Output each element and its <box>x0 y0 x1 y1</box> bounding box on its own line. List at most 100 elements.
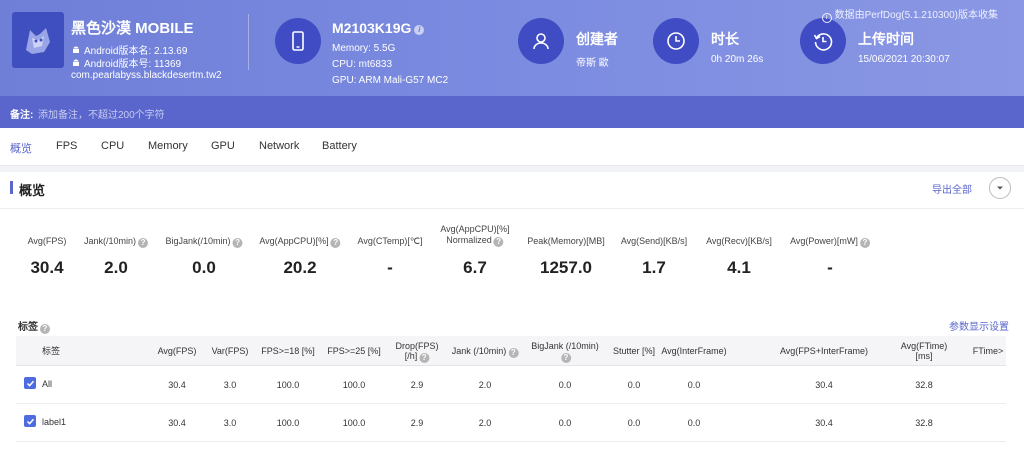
table-cell: 30.4 <box>815 418 833 428</box>
tab-fps[interactable]: FPS <box>56 140 77 152</box>
duration-title: 时长 <box>711 31 739 47</box>
overview-title: 概览 <box>19 183 46 198</box>
table-cell: 100.0 <box>342 418 366 428</box>
metric-value: 0.0 <box>192 258 216 277</box>
package-name: com.pearlabyss.blackdesertm.tw2 <box>71 70 222 81</box>
note-bar: 备注: 添加备注，不超过200个字符 <box>0 96 1024 128</box>
param-settings-link[interactable]: 参数显示设置 <box>949 318 1009 333</box>
tags-title: 标签? <box>18 318 50 334</box>
tab-network[interactable]: Network <box>259 140 299 152</box>
export-all-button[interactable]: 导出全部 <box>932 181 972 196</box>
note-input[interactable]: 添加备注，不超过200个字符 <box>38 106 165 121</box>
metric-label: Avg(Power)[mW]? <box>790 236 870 248</box>
metric-label: Avg(Send)[KB/s] <box>620 236 688 246</box>
info-icon[interactable]: i <box>414 25 425 35</box>
metric-label: Peak(Memory)[MB] <box>527 236 605 246</box>
column-header[interactable]: Avg(InterFrame) <box>661 346 726 356</box>
table-cell: 32.8 <box>915 418 933 428</box>
help-icon[interactable]: ? <box>561 353 571 363</box>
table-cell: 0.0 <box>687 418 701 428</box>
upload-time: 15/06/2021 20:30:07 <box>858 54 950 65</box>
table-cell: 100.0 <box>342 380 366 390</box>
help-icon[interactable]: ? <box>419 353 430 363</box>
creator-circle <box>518 18 564 64</box>
table-header: 标签 Avg(FPS) Var(FPS) FPS>=18 [%] FPS>=25 [%]… <box>16 336 1006 366</box>
column-header[interactable]: Avg(FPS) <box>158 346 197 356</box>
table-cell: 2.0 <box>478 418 492 428</box>
clock-icon <box>667 32 685 50</box>
row-checkbox[interactable] <box>24 415 36 427</box>
metric-value: 6.7 <box>463 258 487 277</box>
creator-name: 帝斯 歐 <box>576 58 609 69</box>
tab-battery[interactable]: Battery <box>322 140 357 152</box>
user-icon <box>533 33 549 50</box>
table-row[interactable]: label1 30.4 3.0 100.0 100.0 2.9 2.0 0.0 0.0 0.0 30… <box>16 404 1006 442</box>
tab-cpu[interactable]: CPU <box>101 140 124 152</box>
note-label: 备注: <box>10 110 34 121</box>
table-cell: 30.4 <box>168 380 186 390</box>
column-header[interactable]: Jank (/10min)? <box>452 346 519 358</box>
column-header[interactable]: FPS>=18 [%] <box>261 346 315 356</box>
column-header[interactable]: Drop(FPS) [/h]? <box>395 341 439 363</box>
device-circle <box>275 18 321 64</box>
column-header[interactable]: Avg(FTime) [ms] <box>901 341 948 361</box>
collapse-button[interactable] <box>989 177 1011 199</box>
duration-circle <box>653 18 699 64</box>
metric-label: Avg(AppCPU)[%]? <box>259 236 341 248</box>
column-header[interactable]: FPS>=25 [%] <box>327 346 381 356</box>
metric-label: Avg(AppCPU)[%] Normalized? <box>440 224 510 247</box>
help-icon[interactable]: ? <box>493 237 504 247</box>
table-cell: 100.0 <box>276 418 300 428</box>
metric-value: 1.7 <box>642 258 666 277</box>
device-gpu: GPU: ARM Mali-G57 MC2 <box>332 75 449 86</box>
device-cpu: CPU: mt6833 <box>332 59 393 70</box>
duration-value: 0h 20m 26s <box>711 54 764 65</box>
header-divider <box>248 14 249 70</box>
table-cell: 0.0 <box>558 418 572 428</box>
metric-value: - <box>387 258 393 277</box>
metric-label: Avg(CTemp)[℃] <box>357 236 423 246</box>
section-accent <box>10 181 13 194</box>
help-icon[interactable]: ? <box>330 238 341 248</box>
column-header[interactable]: Avg(FPS+InterFrame) <box>780 346 868 356</box>
metric-label: Avg(Recv)[KB/s] <box>706 236 772 246</box>
table-row[interactable]: All 30.4 3.0 100.0 100.0 2.9 2.0 0.0 0.0 0.0 30.4 3… <box>16 366 1006 404</box>
column-header[interactable]: FTime> <box>973 346 1003 356</box>
row-checkbox[interactable] <box>24 377 36 389</box>
upload-title: 上传时间 <box>858 31 914 47</box>
table-cell: 0.0 <box>558 380 572 390</box>
android-icon <box>71 58 81 68</box>
table-cell: 0.0 <box>627 380 641 390</box>
creator-title: 创建者 <box>576 31 618 47</box>
table-cell: 30.4 <box>168 418 186 428</box>
phone-icon <box>292 31 304 51</box>
tab-overview[interactable]: 概览 <box>10 140 32 169</box>
help-icon[interactable]: ? <box>508 348 519 358</box>
table-cell: 32.8 <box>915 380 933 390</box>
help-icon[interactable]: ? <box>40 324 50 334</box>
column-header[interactable]: BigJank (/10min)? <box>531 341 599 363</box>
android-version-code: Android版本号: 11369 <box>71 55 181 70</box>
table-cell: 2.9 <box>410 380 424 390</box>
metric-label: Avg(FPS) <box>27 236 67 246</box>
table-cell: 3.0 <box>223 418 237 428</box>
column-header[interactable]: 标签 <box>42 346 60 356</box>
section-gap <box>0 166 1024 172</box>
metric-value: 4.1 <box>727 258 751 277</box>
table-cell: 30.4 <box>815 380 833 390</box>
help-icon[interactable]: ? <box>138 238 149 248</box>
help-icon[interactable]: ? <box>232 238 243 248</box>
tab-gpu[interactable]: GPU <box>211 140 235 152</box>
app-icon <box>12 12 64 68</box>
metric-value: 30.4 <box>30 258 64 277</box>
table-cell: 100.0 <box>276 380 300 390</box>
column-header[interactable]: Var(FPS) <box>212 346 249 356</box>
metric-value: - <box>827 258 833 277</box>
device-model: M2103K19G i <box>332 20 425 36</box>
help-icon[interactable]: ? <box>859 238 870 248</box>
tab-memory[interactable]: Memory <box>148 140 188 152</box>
row-tag-name: All <box>42 379 53 389</box>
column-header[interactable]: Stutter [%] <box>613 346 655 356</box>
source-note: i 数据由PerfDog(5.1.210300)版本收集 <box>821 6 998 23</box>
metric-value: 1257.0 <box>540 258 592 277</box>
